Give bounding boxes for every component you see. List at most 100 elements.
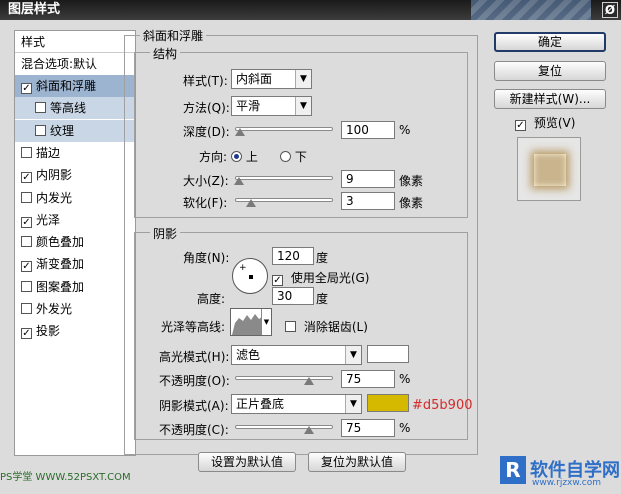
depth-unit: % (399, 123, 411, 137)
ok-button[interactable]: 确定 (494, 32, 606, 52)
angle-dial[interactable]: + (232, 258, 268, 294)
style-select[interactable]: 内斜面 ▼ (231, 69, 312, 89)
preview-option[interactable]: ✓ 预览(V) (515, 114, 575, 131)
reset-button[interactable]: 复位 (494, 61, 606, 81)
style-list-checkbox[interactable] (21, 236, 32, 248)
style-select-value: 内斜面 (236, 72, 273, 86)
direction-up-radio[interactable] (231, 151, 242, 162)
highlight-opacity-slider-thumb[interactable] (303, 377, 314, 385)
style-list-item-label: 图案叠加 (36, 279, 85, 294)
style-list-checkbox[interactable]: ✓ (21, 261, 32, 273)
shadow-mode-select[interactable]: 正片叠底 ▼ (231, 394, 362, 414)
technique-select[interactable]: 平滑 ▼ (231, 96, 312, 116)
technique-select-value: 平滑 (236, 99, 261, 113)
style-list-item[interactable]: 纹理 (15, 119, 135, 142)
shadow-opacity-slider-track[interactable] (235, 425, 333, 429)
shading-title: 阴影 (150, 225, 181, 242)
blend-options-item[interactable]: 混合选项:默认 (15, 53, 135, 75)
soften-slider-thumb[interactable] (245, 199, 256, 207)
style-list-item[interactable]: 内发光 (15, 187, 135, 209)
style-list-checkbox[interactable] (21, 303, 32, 314)
style-list-item-label: 光泽 (36, 212, 61, 227)
altitude-label: 高度: (197, 292, 226, 306)
style-list-checkbox[interactable] (35, 124, 46, 136)
highlight-opacity-slider-track[interactable] (235, 376, 333, 380)
shadow-color-annotation: #d5b900 (412, 398, 473, 413)
highlight-opacity-input[interactable]: 75 (341, 370, 395, 388)
highlight-mode-label: 高光模式(H): (159, 350, 230, 364)
angle-input[interactable]: 120 (272, 247, 314, 265)
style-list-item[interactable]: ✓ 渐变叠加 (15, 253, 135, 275)
crosshair-icon: + (239, 263, 247, 273)
anti-alias-label: 消除锯齿(L) (303, 320, 368, 334)
style-list-item[interactable]: 外发光 (15, 298, 135, 320)
technique-label: 方法(Q): (183, 101, 230, 115)
gloss-contour-picker[interactable]: ▼ (230, 308, 272, 336)
size-slider-thumb[interactable] (233, 177, 244, 185)
direction-down-label: 下 (294, 150, 307, 164)
style-list-item[interactable]: ✓ 斜面和浮雕 (15, 75, 135, 97)
watermark-left: PS学堂 WWW.52PSXT.COM (0, 472, 131, 483)
style-list-checkbox[interactable] (21, 191, 32, 203)
make-default-button[interactable]: 设置为默认值 (198, 452, 296, 472)
shadow-color-swatch[interactable] (367, 394, 409, 412)
chevron-down-icon: ▼ (261, 309, 271, 335)
direction-up-option[interactable]: 上 (231, 148, 258, 165)
reset-default-button[interactable]: 复位为默认值 (308, 452, 406, 472)
gloss-contour-label: 光泽等高线: (161, 320, 226, 334)
watermark-logo: R (500, 456, 526, 484)
style-list-checkbox[interactable] (21, 280, 32, 292)
preview-label: 预览(V) (533, 116, 576, 130)
global-light-label: 使用全局光(G) (290, 271, 370, 285)
style-list-checkbox[interactable]: ✓ (21, 172, 32, 184)
watermark-url: www.rjzxw.com (532, 478, 601, 488)
anti-alias-checkbox[interactable] (285, 321, 296, 332)
highlight-mode-select[interactable]: 滤色 ▼ (231, 345, 362, 365)
shadow-opacity-input[interactable]: 75 (341, 419, 395, 437)
altitude-input[interactable]: 30 (272, 287, 314, 305)
style-list-item[interactable]: ✓ 投影 (15, 320, 135, 342)
preview-checkbox[interactable]: ✓ (515, 120, 526, 131)
style-list-checkbox[interactable] (35, 102, 46, 114)
bevel-section-title: 斜面和浮雕 (140, 27, 207, 44)
style-list-header[interactable]: 样式 (15, 31, 135, 53)
style-list-checkbox[interactable]: ✓ (21, 83, 32, 94)
style-list-item[interactable]: 颜色叠加 (15, 231, 135, 253)
shadow-opacity-slider-thumb[interactable] (303, 426, 314, 434)
style-list-checkbox[interactable] (21, 146, 32, 158)
chevron-down-icon: ▼ (295, 97, 311, 115)
window-title: 图层样式 (8, 2, 61, 17)
style-list-item[interactable]: 描边 (15, 142, 135, 164)
close-button[interactable]: Ø (602, 2, 618, 18)
shadow-mode-label: 阴影模式(A): (159, 399, 229, 413)
style-list-checkbox[interactable]: ✓ (21, 216, 32, 228)
depth-input[interactable]: 100 (341, 121, 395, 139)
direction-down-option[interactable]: 下 (280, 148, 307, 165)
chevron-down-icon: ▼ (295, 70, 311, 88)
size-slider-track[interactable] (235, 176, 333, 180)
style-list-item[interactable]: ✓ 内阴影 (15, 164, 135, 186)
style-list-panel: 样式 混合选项:默认 ✓ 斜面和浮雕等高线纹理 描边 ✓ 内阴影内发光 ✓ 光泽颜色叠加 ✓ 渐… (14, 30, 136, 456)
soften-label: 软化(F): (183, 196, 228, 210)
style-list-item[interactable]: ✓ 光泽 (15, 209, 135, 231)
title-bar[interactable]: 图层样式 Ø (0, 0, 621, 20)
style-list-checkbox[interactable]: ✓ (21, 328, 32, 340)
size-input[interactable]: 9 (341, 170, 395, 188)
shadow-opacity-label: 不透明度(C): (159, 423, 229, 437)
depth-slider-track[interactable] (235, 127, 333, 131)
soften-input[interactable]: 3 (341, 192, 395, 210)
highlight-opacity-unit: % (399, 372, 411, 386)
new-style-button[interactable]: 新建样式(W)... (494, 89, 606, 109)
direction-down-radio[interactable] (280, 151, 291, 162)
style-list-item[interactable]: 图案叠加 (15, 276, 135, 298)
style-list-item[interactable]: 等高线 (15, 97, 135, 120)
highlight-color-swatch[interactable] (367, 345, 409, 363)
depth-slider-thumb[interactable] (234, 128, 245, 136)
global-light-option[interactable]: ✓ 使用全局光(G) (272, 269, 370, 286)
style-list-item-label: 等高线 (50, 101, 87, 116)
anti-alias-option[interactable]: 消除锯齿(L) (285, 318, 368, 335)
shadow-mode-value: 正片叠底 (236, 397, 285, 411)
angle-label: 角度(N): (183, 251, 230, 265)
global-light-checkbox[interactable]: ✓ (272, 275, 283, 286)
style-list-item-label: 内发光 (36, 190, 73, 205)
